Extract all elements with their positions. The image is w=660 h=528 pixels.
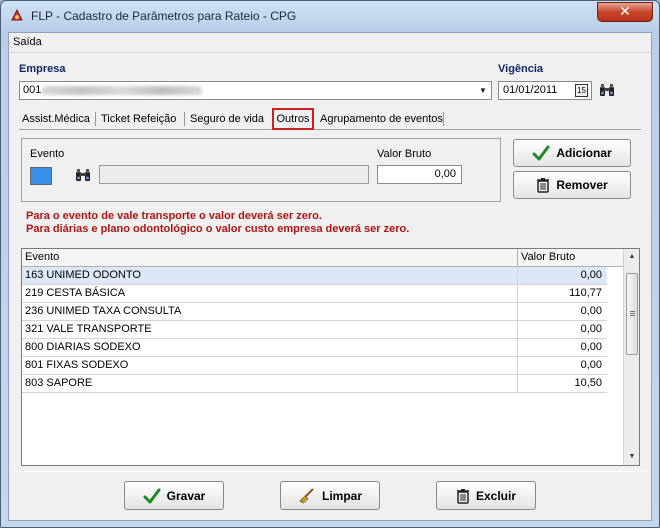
empresa-select[interactable]: 001 ▼ — [19, 81, 492, 100]
tab-seguro-de-vida[interactable]: Seguro de vida — [187, 110, 267, 128]
warning-vale-transporte: Para o evento de vale transporte o valor… — [26, 210, 322, 222]
bottom-separator — [15, 471, 645, 472]
close-button[interactable]: ✕ — [597, 2, 653, 22]
cell-valor: 10,50 — [517, 375, 607, 393]
gravar-button[interactable]: Gravar — [124, 481, 224, 510]
checkmark-icon — [532, 145, 550, 161]
cell-valor: 110,77 — [517, 285, 607, 303]
scrollbar-thumb[interactable] — [626, 273, 638, 355]
evento-search-button[interactable] — [73, 165, 93, 185]
table-row[interactable]: 321 VALE TRANSPORTE 0,00 — [22, 321, 607, 339]
cell-valor: 0,00 — [517, 267, 607, 285]
vigencia-label: Vigência — [498, 63, 544, 75]
excluir-label: Excluir — [475, 488, 517, 503]
cell-valor: 0,00 — [517, 357, 607, 375]
tab-separator — [95, 112, 96, 126]
limpar-label: Limpar — [321, 488, 362, 503]
valor-bruto-input[interactable]: 0,00 — [377, 165, 462, 184]
binoculars-icon — [600, 84, 614, 96]
redacted-company-name — [42, 86, 202, 95]
table-row[interactable]: 236 UNIMED TAXA CONSULTA 0,00 — [22, 303, 607, 321]
tab-ticket-refeicao[interactable]: Ticket Refeição — [98, 110, 179, 128]
trash-icon — [537, 178, 550, 193]
broom-icon — [299, 487, 314, 503]
excluir-button[interactable]: Excluir — [436, 481, 536, 510]
cell-evento: 321 VALE TRANSPORTE — [25, 323, 152, 335]
tab-strip: Assist.Médica Ticket Refeição Seguro de … — [19, 108, 641, 130]
menu-saida[interactable]: Saída — [13, 36, 42, 48]
client-area: Saída Empresa 001 ▼ Vigência 01/01/2011 … — [8, 32, 652, 521]
tab-agrupamento-de-eventos[interactable]: Agrupamento de eventos — [317, 110, 446, 128]
empresa-value: 001 — [23, 84, 42, 96]
grip-icon — [630, 311, 635, 312]
cell-evento: 800 DIARIAS SODEXO — [25, 341, 141, 353]
main-window: FLP - Cadastro de Parâmetros para Rateio… — [0, 0, 660, 528]
valor-bruto-label: Valor Bruto — [377, 148, 432, 160]
cell-evento: 163 UNIMED ODONTO — [25, 269, 141, 281]
cell-evento: 801 FIXAS SODEXO — [25, 359, 129, 371]
table-row[interactable]: 803 SAPORE 10,50 — [22, 375, 607, 393]
app-icon — [11, 8, 23, 21]
table-row[interactable]: 801 FIXAS SODEXO 0,00 — [22, 357, 607, 375]
cell-valor: 0,00 — [517, 339, 607, 357]
vigencia-date-field[interactable]: 01/01/2011 15 — [498, 81, 592, 100]
vigencia-search-button[interactable] — [597, 80, 617, 100]
menu-bar: Saída — [9, 33, 651, 53]
close-icon: ✕ — [619, 4, 631, 20]
cell-evento: 219 CESTA BÁSICA — [25, 287, 126, 299]
chevron-down-icon[interactable]: ▼ — [475, 82, 491, 99]
vertical-scrollbar[interactable]: ▲ ▼ — [623, 249, 639, 465]
adicionar-label: Adicionar — [556, 146, 612, 160]
title-bar[interactable]: FLP - Cadastro de Parâmetros para Rateio… — [1, 1, 659, 29]
tab-outros[interactable]: Outros — [272, 108, 314, 130]
grid-header: Evento Valor Bruto — [22, 249, 623, 267]
table-row[interactable]: 163 UNIMED ODONTO 0,00 — [22, 267, 607, 285]
table-row[interactable]: 800 DIARIAS SODEXO 0,00 — [22, 339, 607, 357]
evento-description-field — [99, 165, 369, 184]
tab-separator — [184, 112, 185, 126]
evento-panel: Evento Valor Bruto 0,00 — [21, 138, 501, 202]
scroll-down-icon[interactable]: ▼ — [624, 449, 639, 465]
scroll-up-icon[interactable]: ▲ — [624, 249, 639, 265]
remover-button[interactable]: Remover — [513, 171, 631, 199]
tab-assist-medica[interactable]: Assist.Médica — [19, 110, 93, 128]
vigencia-value: 01/01/2011 — [503, 84, 558, 96]
eventos-grid: Evento Valor Bruto 163 UNIMED ODONTO 0,0… — [21, 248, 640, 466]
binoculars-icon — [76, 169, 90, 181]
empresa-label: Empresa — [19, 63, 66, 75]
warning-diarias-odonto: Para diárias e plano odontológico o valo… — [26, 223, 410, 235]
adicionar-button[interactable]: Adicionar — [513, 139, 631, 167]
table-row[interactable]: 219 CESTA BÁSICA 110,77 — [22, 285, 607, 303]
tab-separator — [443, 112, 444, 126]
cell-valor: 0,00 — [517, 321, 607, 339]
trash-icon — [456, 488, 469, 504]
cell-valor: 0,00 — [517, 303, 607, 321]
remover-label: Remover — [556, 178, 608, 192]
column-header-evento[interactable]: Evento — [25, 251, 59, 263]
window-title: FLP - Cadastro de Parâmetros para Rateio… — [31, 9, 297, 23]
cell-evento: 236 UNIMED TAXA CONSULTA — [25, 305, 182, 317]
calendar-icon[interactable]: 15 — [575, 84, 588, 97]
checkmark-icon — [143, 488, 161, 503]
limpar-button[interactable]: Limpar — [280, 481, 380, 510]
cell-evento: 803 SAPORE — [25, 377, 93, 389]
gravar-label: Gravar — [166, 488, 206, 503]
evento-label: Evento — [30, 148, 65, 160]
event-color-box[interactable] — [30, 167, 52, 185]
column-header-valor-bruto[interactable]: Valor Bruto — [517, 249, 607, 267]
